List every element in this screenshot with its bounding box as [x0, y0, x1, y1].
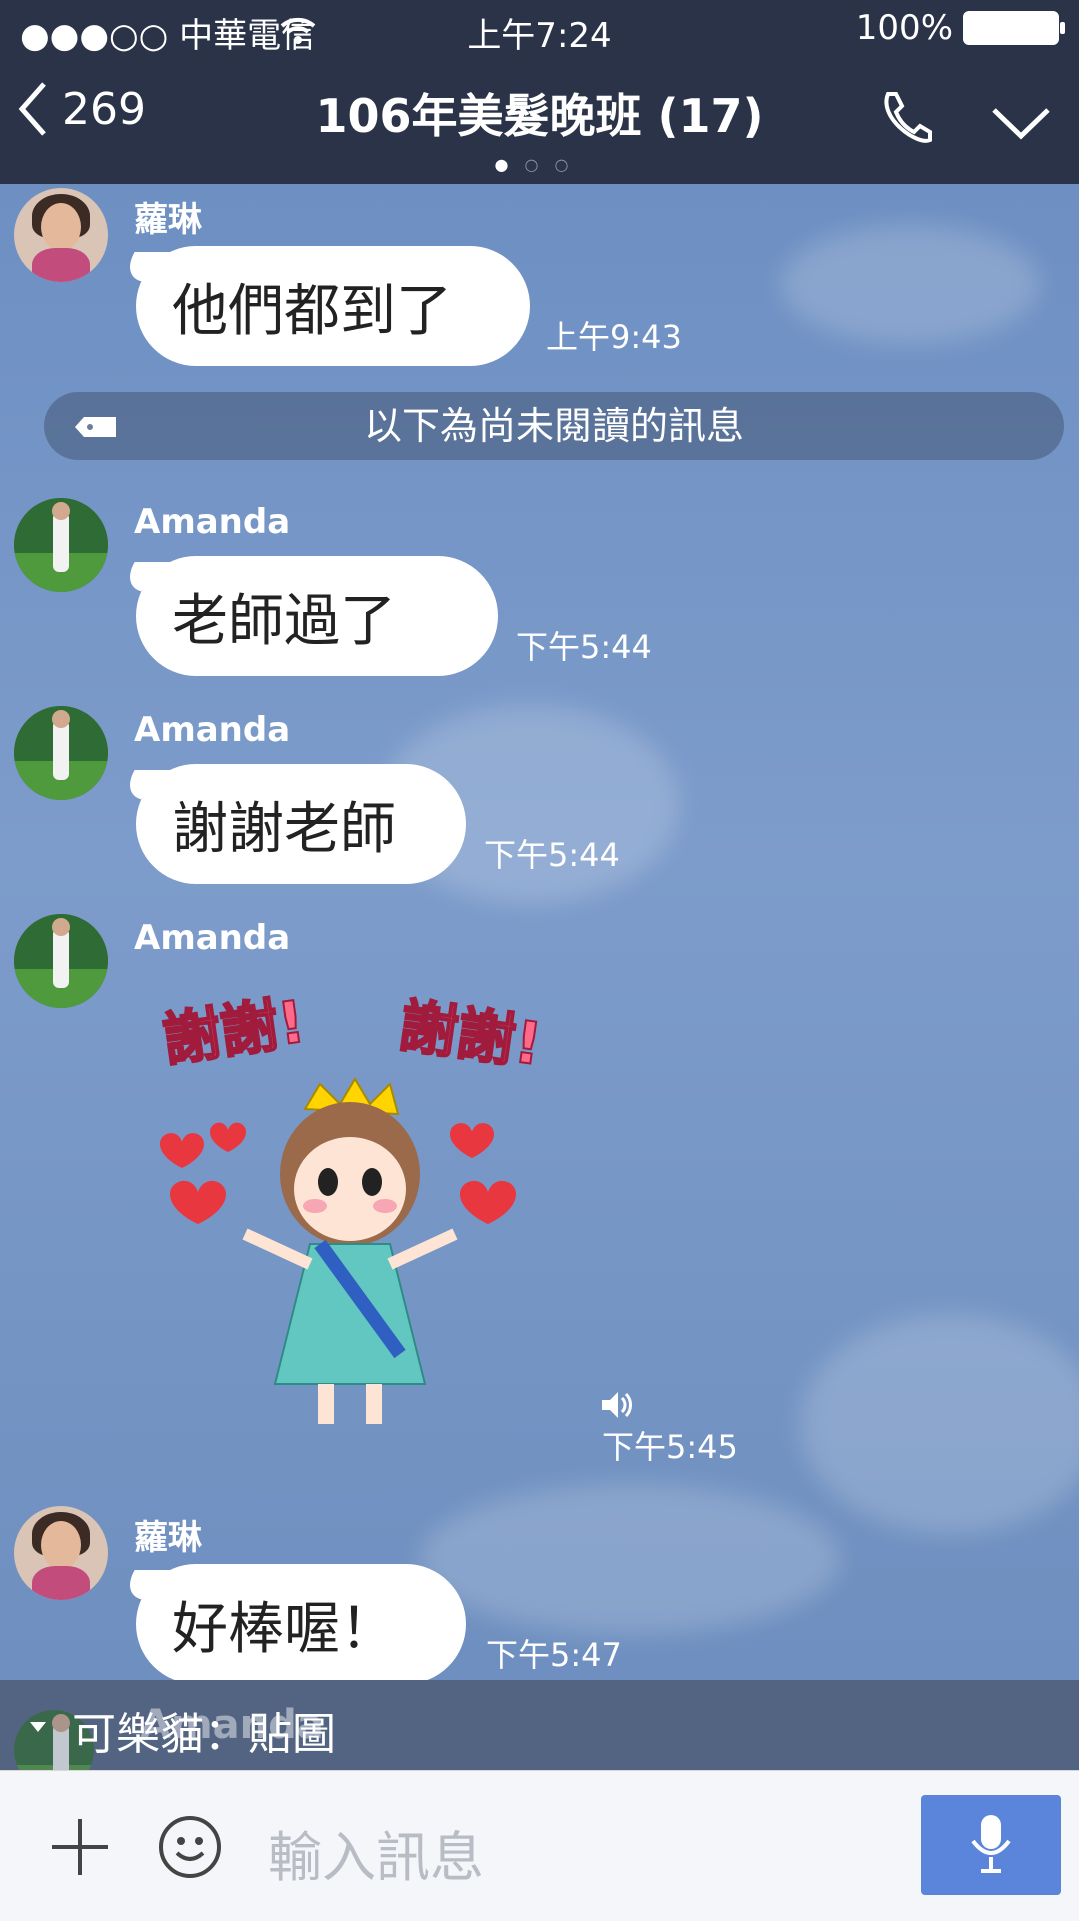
message-text: 老師過了 — [172, 588, 396, 654]
unread-label: 以下為尚未閱讀的訊息 — [363, 404, 744, 448]
message-text: 謝謝老師 — [172, 796, 396, 862]
emoji-icon[interactable] — [158, 1815, 222, 1879]
sticker-caption-left: 謝謝! — [158, 986, 311, 1075]
message-input-field[interactable]: 輸入訊息 — [268, 1813, 484, 1892]
sender-name: Amanda — [134, 502, 291, 542]
message-time: 下午5:44 — [484, 836, 620, 874]
avatar-rolyn[interactable] — [14, 188, 108, 282]
chevron-down-small-icon — [30, 1722, 46, 1732]
avatar-amanda[interactable] — [14, 706, 108, 800]
battery-percent: 100% — [855, 8, 953, 48]
message-text: 好棒喔！ — [172, 1596, 396, 1662]
page-dot-3: ○ — [554, 155, 585, 174]
phone-icon[interactable] — [874, 88, 934, 148]
page-dot-1: ● — [494, 155, 525, 174]
avatar-amanda[interactable] — [14, 498, 108, 592]
notification-overlap-sender: Amanda — [140, 1702, 324, 1748]
unread-divider: 以下為尚未閱讀的訊息 — [44, 392, 1064, 460]
sender-name: 蘿琳 — [134, 200, 202, 240]
status-bar: ●●●○○ 中華電信 上午7:24 100% — [0, 0, 1079, 60]
chevron-down-icon[interactable] — [990, 106, 1052, 142]
sender-name: 蘿琳 — [134, 1518, 202, 1558]
chat-area[interactable]: 蘿琳 他們都到了 上午9:43 以下為尚未閱讀的訊息 Amanda 老師過了 下… — [0, 184, 1079, 1680]
tag-icon — [75, 417, 116, 437]
speaker-icon[interactable] — [600, 1390, 634, 1420]
sticker-girl-image — [160, 1077, 516, 1424]
message-text: 他們都到了 — [172, 278, 452, 344]
message-input-bar: 輸入訊息 — [0, 1770, 1079, 1921]
message-bubble[interactable]: 老師過了 — [136, 556, 498, 676]
sender-name: Amanda — [134, 710, 291, 750]
new-message-notification[interactable]: 可樂貓：貼圖 Amanda — [0, 1680, 1079, 1790]
sticker[interactable]: 謝謝! 謝謝! — [150, 984, 570, 1444]
avatar-amanda[interactable] — [14, 914, 108, 1008]
plus-icon[interactable] — [50, 1817, 110, 1877]
page-dot-2: ○ — [524, 155, 555, 174]
battery-icon — [963, 11, 1065, 45]
message-time: 上午9:43 — [546, 318, 682, 356]
message-bubble[interactable]: 謝謝老師 — [136, 764, 466, 884]
mic-button[interactable] — [921, 1795, 1061, 1895]
message-time: 下午5:47 — [486, 1636, 622, 1674]
mic-icon — [971, 1815, 1011, 1873]
message-time: 下午5:44 — [516, 628, 652, 666]
message-time: 下午5:45 — [602, 1428, 738, 1466]
message-bubble[interactable]: 好棒喔！ — [136, 1564, 466, 1680]
message-bubble[interactable]: 他們都到了 — [136, 246, 530, 366]
page-indicator: ●○○ — [0, 155, 1079, 174]
battery-indicator: 100% — [855, 8, 1065, 48]
nav-bar: 269 106年美髮晚班 (17) ●○○ — [0, 60, 1079, 184]
avatar-rolyn[interactable] — [14, 1506, 108, 1600]
sender-name: Amanda — [134, 918, 291, 958]
